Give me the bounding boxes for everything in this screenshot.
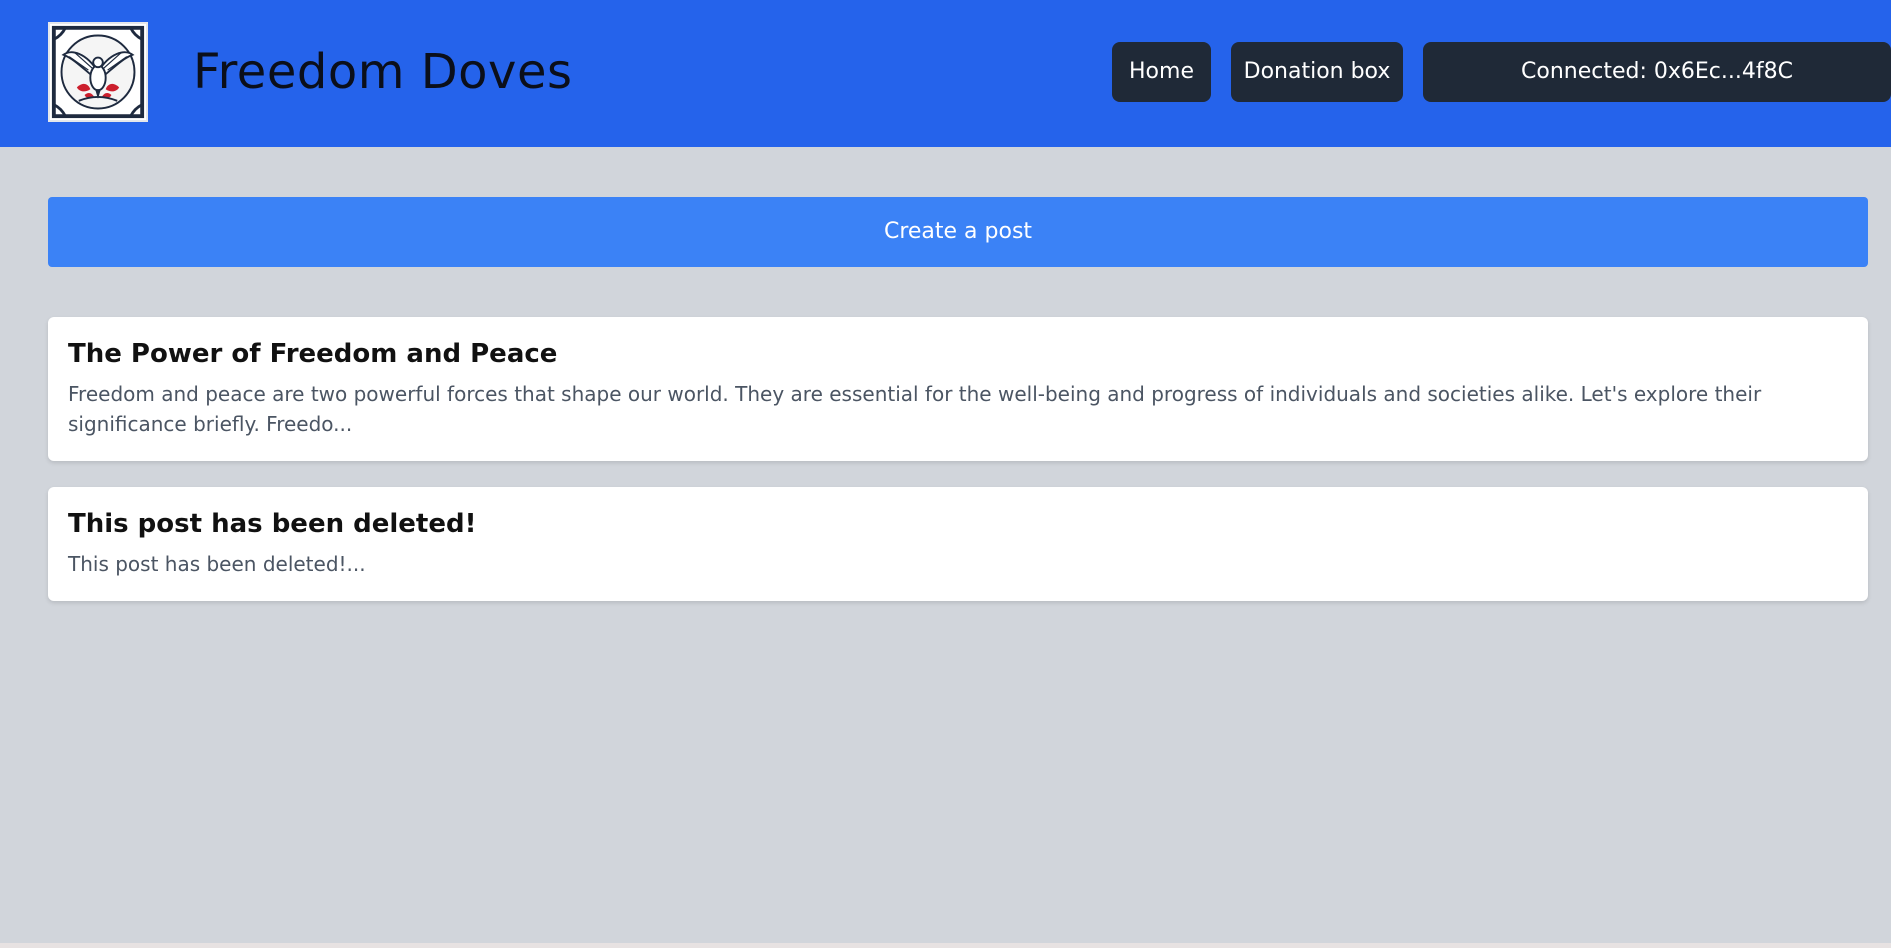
donation-box-button[interactable]: Donation box	[1231, 42, 1403, 102]
post-excerpt: This post has been deleted!...	[68, 552, 366, 576]
bottom-edge-strip	[0, 943, 1891, 948]
create-post-button[interactable]: Create a post	[48, 197, 1868, 267]
post-title: This post has been deleted!	[68, 509, 477, 539]
post-excerpt: Freedom and peace are two powerful force…	[68, 382, 1762, 436]
wallet-connected-button[interactable]: Connected: 0x6Ec...4f8C	[1423, 42, 1891, 102]
dove-emblem-icon[interactable]	[48, 22, 148, 122]
post-card[interactable]: The Power of Freedom and Peace Freedom a…	[48, 317, 1868, 461]
home-button[interactable]: Home	[1112, 42, 1211, 102]
site-title: Freedom Doves	[193, 44, 573, 100]
post-title: The Power of Freedom and Peace	[68, 339, 558, 369]
site-header: Freedom Doves Home Donation box Connecte…	[0, 0, 1891, 147]
post-card[interactable]: This post has been deleted! This post ha…	[48, 487, 1868, 601]
